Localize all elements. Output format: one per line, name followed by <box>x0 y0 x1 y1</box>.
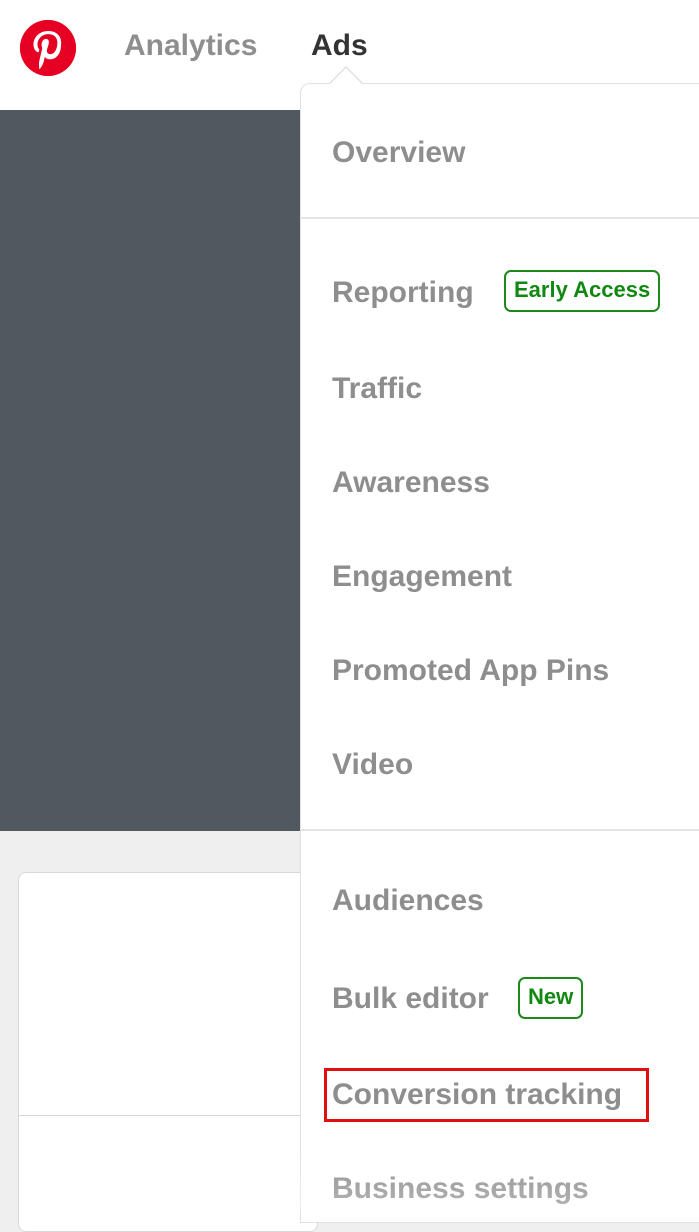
menu-item-video[interactable]: Video <box>332 745 413 785</box>
nav-ads[interactable]: Ads <box>311 26 368 66</box>
menu-item-engagement[interactable]: Engagement <box>332 557 512 597</box>
dropdown-caret-inner <box>329 68 363 85</box>
content-card <box>18 872 318 1232</box>
menu-item-overview[interactable]: Overview <box>332 133 465 173</box>
highlight-box <box>324 1068 649 1122</box>
menu-item-reporting[interactable]: Reporting <box>332 273 474 313</box>
menu-divider <box>300 217 699 219</box>
menu-item-awareness[interactable]: Awareness <box>332 463 490 503</box>
menu-item-business-settings[interactable]: Business settings <box>332 1169 589 1209</box>
menu-divider <box>300 829 699 831</box>
menu-item-bulk-editor[interactable]: Bulk editor <box>332 979 489 1019</box>
card-divider <box>19 1115 317 1116</box>
menu-item-audiences[interactable]: Audiences <box>332 881 484 921</box>
menu-item-traffic[interactable]: Traffic <box>332 369 422 409</box>
pinterest-logo-icon[interactable] <box>20 20 76 76</box>
new-badge: New <box>518 977 584 1019</box>
menu-item-promoted-app-pins[interactable]: Promoted App Pins <box>332 651 609 691</box>
early-access-badge: Early Access <box>504 270 661 312</box>
nav-analytics[interactable]: Analytics <box>124 26 257 66</box>
